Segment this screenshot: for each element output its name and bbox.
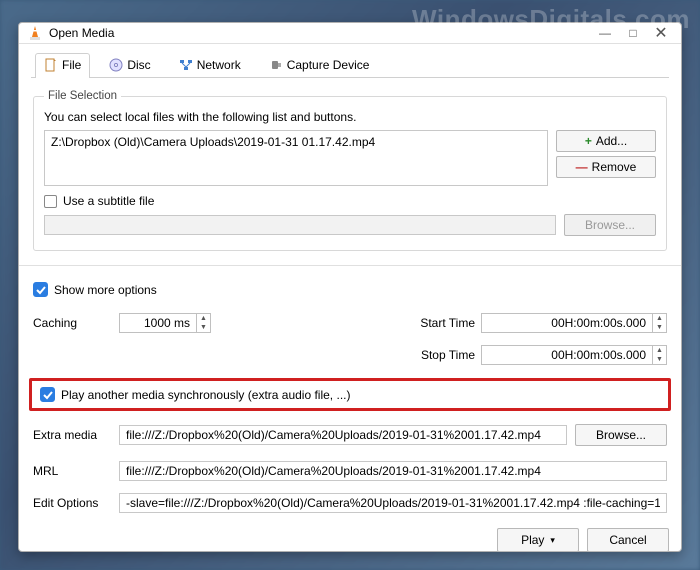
extra-media-browse-label: Browse... xyxy=(596,428,646,442)
file-selection-group: File Selection You can select local file… xyxy=(33,90,667,251)
open-media-dialog: Open Media — □ ✕ File Disc Network Captu… xyxy=(18,22,682,552)
file-list[interactable]: Z:\Dropbox (Old)\Camera Uploads\2019-01-… xyxy=(44,130,548,186)
remove-button-label: Remove xyxy=(592,160,637,174)
dropdown-arrow-icon: ▾ xyxy=(550,535,555,546)
divider xyxy=(19,265,681,266)
minus-icon: — xyxy=(576,160,588,174)
chevron-up-icon[interactable]: ▲ xyxy=(653,346,666,355)
mrl-label: MRL xyxy=(33,464,111,478)
tab-disc[interactable]: Disc xyxy=(100,53,159,78)
tab-strip: File Disc Network Capture Device xyxy=(31,52,669,78)
watermark-text: WindowsDigitals.com xyxy=(412,4,690,35)
tab-network[interactable]: Network xyxy=(170,53,250,78)
subtitle-browse-label: Browse... xyxy=(585,218,635,232)
caching-spinbox[interactable]: ▲▼ xyxy=(119,313,211,333)
app-icon xyxy=(27,25,43,41)
network-icon xyxy=(179,58,193,72)
tab-capture-label: Capture Device xyxy=(287,58,370,72)
edit-options-input[interactable] xyxy=(119,493,667,513)
extra-media-browse-button[interactable]: Browse... xyxy=(575,424,667,446)
tab-network-label: Network xyxy=(197,58,241,72)
stop-time-spinbox[interactable]: ▲▼ xyxy=(481,345,667,365)
file-selection-hint: You can select local files with the foll… xyxy=(44,110,656,124)
start-time-label: Start Time xyxy=(413,316,475,330)
start-time-value[interactable] xyxy=(482,314,652,332)
check-icon xyxy=(36,285,46,295)
tab-disc-label: Disc xyxy=(127,58,150,72)
mrl-input[interactable] xyxy=(119,461,667,481)
tab-capture-device[interactable]: Capture Device xyxy=(260,53,379,78)
extra-media-input[interactable] xyxy=(119,425,567,445)
chevron-up-icon[interactable]: ▲ xyxy=(197,314,210,323)
start-time-spinbox[interactable]: ▲▼ xyxy=(481,313,667,333)
caching-label: Caching xyxy=(33,316,111,330)
play-button-label: Play xyxy=(521,533,544,547)
file-list-item[interactable]: Z:\Dropbox (Old)\Camera Uploads\2019-01-… xyxy=(51,135,541,149)
chevron-down-icon[interactable]: ▼ xyxy=(653,323,666,332)
use-subtitle-label: Use a subtitle file xyxy=(63,194,154,208)
remove-button[interactable]: — Remove xyxy=(556,156,656,178)
play-sync-label: Play another media synchronously (extra … xyxy=(61,388,350,402)
disc-icon xyxy=(109,58,123,72)
subtitle-browse-button: Browse... xyxy=(564,214,656,236)
show-more-options-label: Show more options xyxy=(54,283,157,297)
caching-value[interactable] xyxy=(120,314,196,332)
play-button[interactable]: Play ▾ xyxy=(497,528,579,552)
chevron-down-icon[interactable]: ▼ xyxy=(197,323,210,332)
tab-file-label: File xyxy=(62,58,81,72)
edit-options-label: Edit Options xyxy=(33,496,111,510)
play-sync-checkbox[interactable] xyxy=(40,387,55,402)
show-more-options-checkbox[interactable] xyxy=(33,282,48,297)
cancel-button[interactable]: Cancel xyxy=(587,528,669,552)
stop-time-value[interactable] xyxy=(482,346,652,364)
stop-time-label: Stop Time xyxy=(413,348,475,362)
cancel-button-label: Cancel xyxy=(609,533,646,547)
subtitle-path-input xyxy=(44,215,556,235)
extra-media-label: Extra media xyxy=(33,428,111,442)
check-icon xyxy=(43,390,53,400)
file-icon xyxy=(44,58,58,72)
chevron-down-icon[interactable]: ▼ xyxy=(653,355,666,364)
chevron-up-icon[interactable]: ▲ xyxy=(653,314,666,323)
capture-icon xyxy=(269,58,283,72)
add-button[interactable]: + Add... xyxy=(556,130,656,152)
highlight-annotation: Play another media synchronously (extra … xyxy=(29,378,671,411)
plus-icon: + xyxy=(585,134,592,148)
use-subtitle-checkbox[interactable] xyxy=(44,195,57,208)
tab-file[interactable]: File xyxy=(35,53,90,78)
add-button-label: Add... xyxy=(596,134,627,148)
file-selection-legend: File Selection xyxy=(44,90,121,102)
